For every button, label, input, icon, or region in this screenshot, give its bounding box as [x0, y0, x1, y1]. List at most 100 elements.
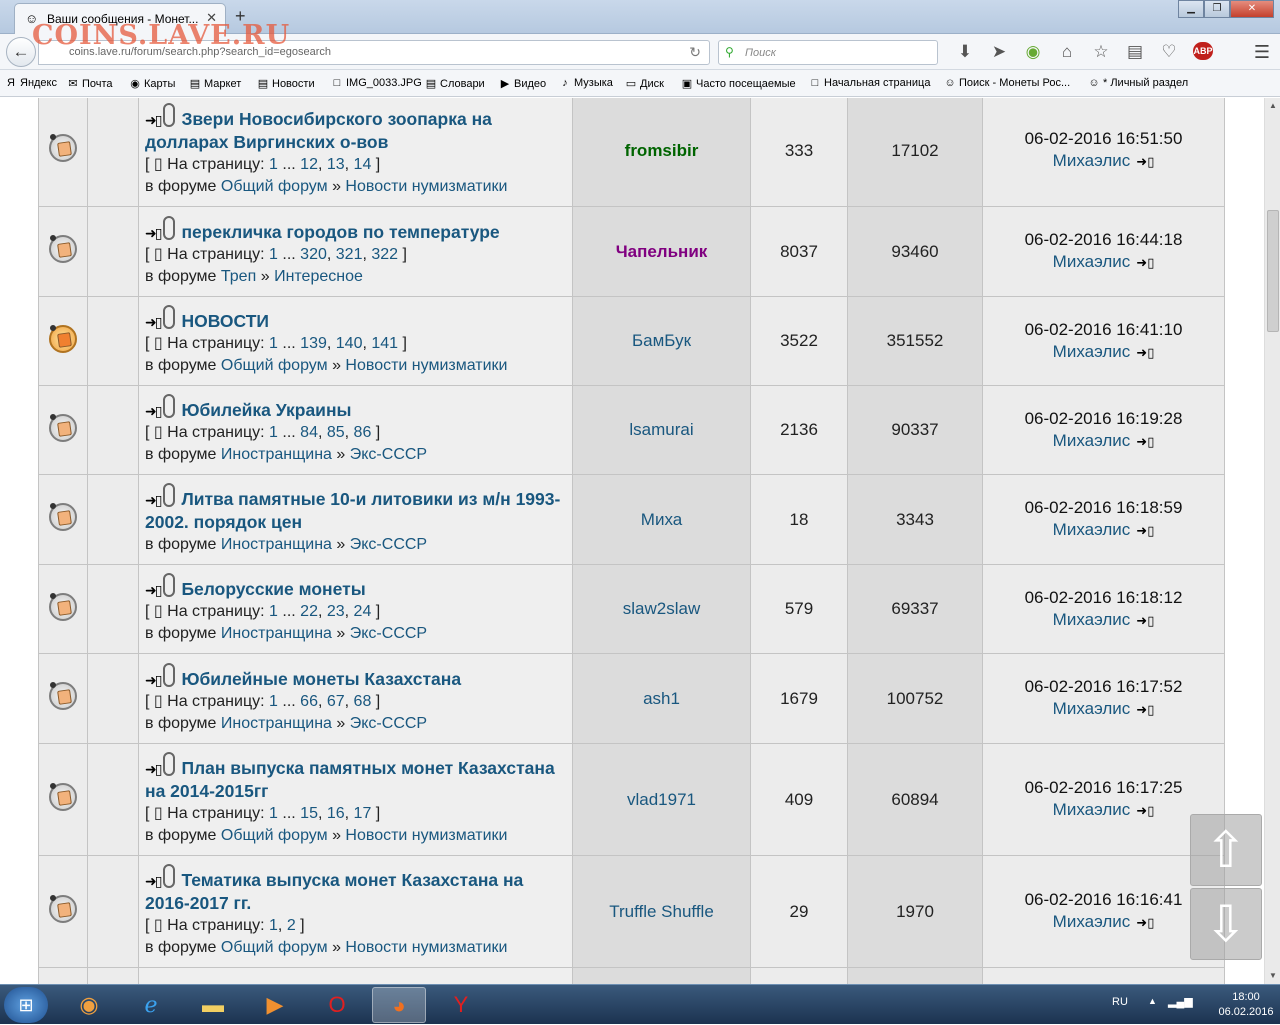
bookmark-item[interactable]: ▶ Видео: [498, 77, 546, 90]
bookmark-item[interactable]: □ Начальная страница: [808, 77, 931, 89]
goto-last-post-icon[interactable]: ➜▯: [1136, 613, 1154, 628]
new-post-arrow-icon[interactable]: ➜▯: [145, 225, 162, 241]
goto-last-post-icon[interactable]: ➜▯: [1136, 255, 1154, 270]
yandex-browser-icon[interactable]: Y: [434, 987, 488, 1023]
page-link[interactable]: 321: [336, 246, 363, 263]
author-link[interactable]: Чапельник: [616, 242, 708, 261]
forum-link[interactable]: Общий форум: [221, 357, 328, 374]
last-post-author[interactable]: Михаэлис: [1053, 800, 1131, 819]
goto-last-post-icon[interactable]: ➜▯: [1136, 915, 1154, 930]
bookmark-item[interactable]: ☺ Поиск - Монеты Рос...: [943, 77, 1070, 89]
page-link[interactable]: 1: [269, 335, 278, 352]
page-link[interactable]: 320: [300, 246, 327, 263]
last-post-author[interactable]: Михаэлис: [1053, 699, 1131, 718]
bookmark-item[interactable]: ▤ Словари: [424, 77, 485, 90]
forum-link[interactable]: Общий форум: [221, 939, 328, 956]
page-link[interactable]: 1: [269, 246, 278, 263]
page-link[interactable]: 84: [300, 424, 318, 441]
page-link[interactable]: 85: [327, 424, 345, 441]
subforum-link[interactable]: Интересное: [274, 268, 363, 285]
bookmark-item[interactable]: ♪ Музыка: [558, 77, 613, 89]
clock[interactable]: 18:00 06.02.2016: [1216, 990, 1276, 1020]
page-link[interactable]: 1: [269, 424, 278, 441]
forum-link[interactable]: Общий форум: [221, 178, 328, 195]
new-post-arrow-icon[interactable]: ➜▯: [145, 314, 162, 330]
goto-last-post-icon[interactable]: ➜▯: [1136, 702, 1154, 717]
author-link[interactable]: Миха: [641, 510, 682, 529]
page-link[interactable]: 139: [300, 335, 327, 352]
bookmark-item[interactable]: ☺ * Личный раздел: [1087, 77, 1188, 89]
network-signal-icon[interactable]: ▂▄▆: [1168, 995, 1193, 1008]
forum-link[interactable]: Треп: [221, 268, 256, 285]
scroll-to-top-button[interactable]: ⇧: [1190, 814, 1262, 886]
last-post-author[interactable]: Михаэлис: [1053, 520, 1131, 539]
reload-icon[interactable]: ↻: [689, 44, 701, 61]
page-link[interactable]: 141: [371, 335, 398, 352]
opera-icon[interactable]: O: [310, 987, 364, 1023]
minimize-button[interactable]: ▁: [1178, 0, 1204, 18]
topic-title-link[interactable]: Тематика выпуска монет Казахстана на 201…: [145, 870, 523, 913]
goto-last-post-icon[interactable]: ➜▯: [1136, 523, 1154, 538]
new-post-arrow-icon[interactable]: ➜▯: [145, 672, 162, 688]
page-link[interactable]: 16: [327, 805, 345, 822]
new-post-arrow-icon[interactable]: ➜▯: [145, 112, 162, 128]
topic-title-link[interactable]: Белорусские монеты: [181, 579, 365, 599]
bookmarks-list-icon[interactable]: ▤: [1118, 42, 1152, 62]
topic-title-link[interactable]: Юбилейные монеты Казахстана: [181, 669, 461, 689]
author-link[interactable]: vlad1971: [627, 790, 696, 809]
media-player-icon[interactable]: ▶: [248, 987, 302, 1023]
page-link[interactable]: 140: [336, 335, 363, 352]
subforum-link[interactable]: Новости нумизматики: [345, 357, 507, 374]
subforum-link[interactable]: Новости нумизматики: [345, 827, 507, 844]
forum-link[interactable]: Иностранщина: [221, 446, 332, 463]
page-link[interactable]: 24: [354, 603, 372, 620]
subforum-link[interactable]: Новости нумизматики: [345, 939, 507, 956]
tray-expand-icon[interactable]: ▲: [1148, 996, 1157, 1006]
bookmark-item[interactable]: ▭ Диск: [624, 77, 664, 90]
last-post-author[interactable]: Михаэлис: [1053, 342, 1131, 361]
bookmark-item[interactable]: ▣ Часто посещаемые: [680, 77, 796, 90]
last-post-author[interactable]: Михаэлис: [1053, 431, 1131, 450]
bookmark-item[interactable]: □ IMG_0033.JPG: [330, 77, 422, 89]
forum-link[interactable]: Иностранщина: [221, 715, 332, 732]
scrollbar-thumb[interactable]: [1267, 210, 1279, 332]
forum-link[interactable]: Общий форум: [221, 827, 328, 844]
last-post-author[interactable]: Михаэлис: [1053, 912, 1131, 931]
topic-title-link[interactable]: План выпуска памятных монет Казахстана н…: [145, 758, 555, 801]
new-post-arrow-icon[interactable]: ➜▯: [145, 582, 162, 598]
page-link[interactable]: 1: [269, 603, 278, 620]
page-link[interactable]: 86: [354, 424, 372, 441]
scroll-down-arrow-icon[interactable]: ▼: [1265, 968, 1280, 984]
file-explorer-icon[interactable]: ▬: [186, 987, 240, 1023]
goto-last-post-icon[interactable]: ➜▯: [1136, 345, 1154, 360]
forum-link[interactable]: Иностранщина: [221, 625, 332, 642]
bookmark-item[interactable]: ✉ Почта: [66, 77, 112, 90]
subforum-link[interactable]: Новости нумизматики: [345, 178, 507, 195]
new-post-arrow-icon[interactable]: ➜▯: [145, 873, 162, 889]
subforum-link[interactable]: Экс-СССР: [350, 715, 427, 732]
author-link[interactable]: fromsibir: [625, 141, 699, 160]
page-link[interactable]: 66: [300, 693, 318, 710]
language-indicator[interactable]: RU: [1112, 996, 1128, 1008]
eye-app-icon[interactable]: ◉: [62, 987, 116, 1023]
page-link[interactable]: 23: [327, 603, 345, 620]
last-post-author[interactable]: Михаэлис: [1053, 610, 1131, 629]
menu-icon[interactable]: ☰: [1254, 42, 1270, 63]
close-window-button[interactable]: ✕: [1230, 0, 1274, 18]
adblock-icon[interactable]: ABP: [1193, 42, 1213, 60]
vertical-scrollbar[interactable]: ▲ ▼: [1264, 98, 1280, 984]
send-icon[interactable]: ➤: [982, 42, 1016, 62]
addon-icon[interactable]: ◉: [1016, 42, 1050, 62]
subforum-link[interactable]: Экс-СССР: [350, 625, 427, 642]
author-link[interactable]: ash1: [643, 689, 680, 708]
topic-title-link[interactable]: перекличка городов по температуре: [181, 222, 499, 242]
bookmark-item[interactable]: ◉ Карты: [128, 77, 175, 90]
subforum-link[interactable]: Экс-СССР: [350, 446, 427, 463]
home-icon[interactable]: ⌂: [1050, 42, 1084, 62]
new-post-arrow-icon[interactable]: ➜▯: [145, 492, 162, 508]
new-post-arrow-icon[interactable]: ➜▯: [145, 761, 162, 777]
forum-link[interactable]: Иностранщина: [221, 536, 332, 553]
author-link[interactable]: slaw2slaw: [623, 599, 700, 618]
last-post-author[interactable]: Михаэлис: [1053, 252, 1131, 271]
page-link[interactable]: 1: [269, 805, 278, 822]
